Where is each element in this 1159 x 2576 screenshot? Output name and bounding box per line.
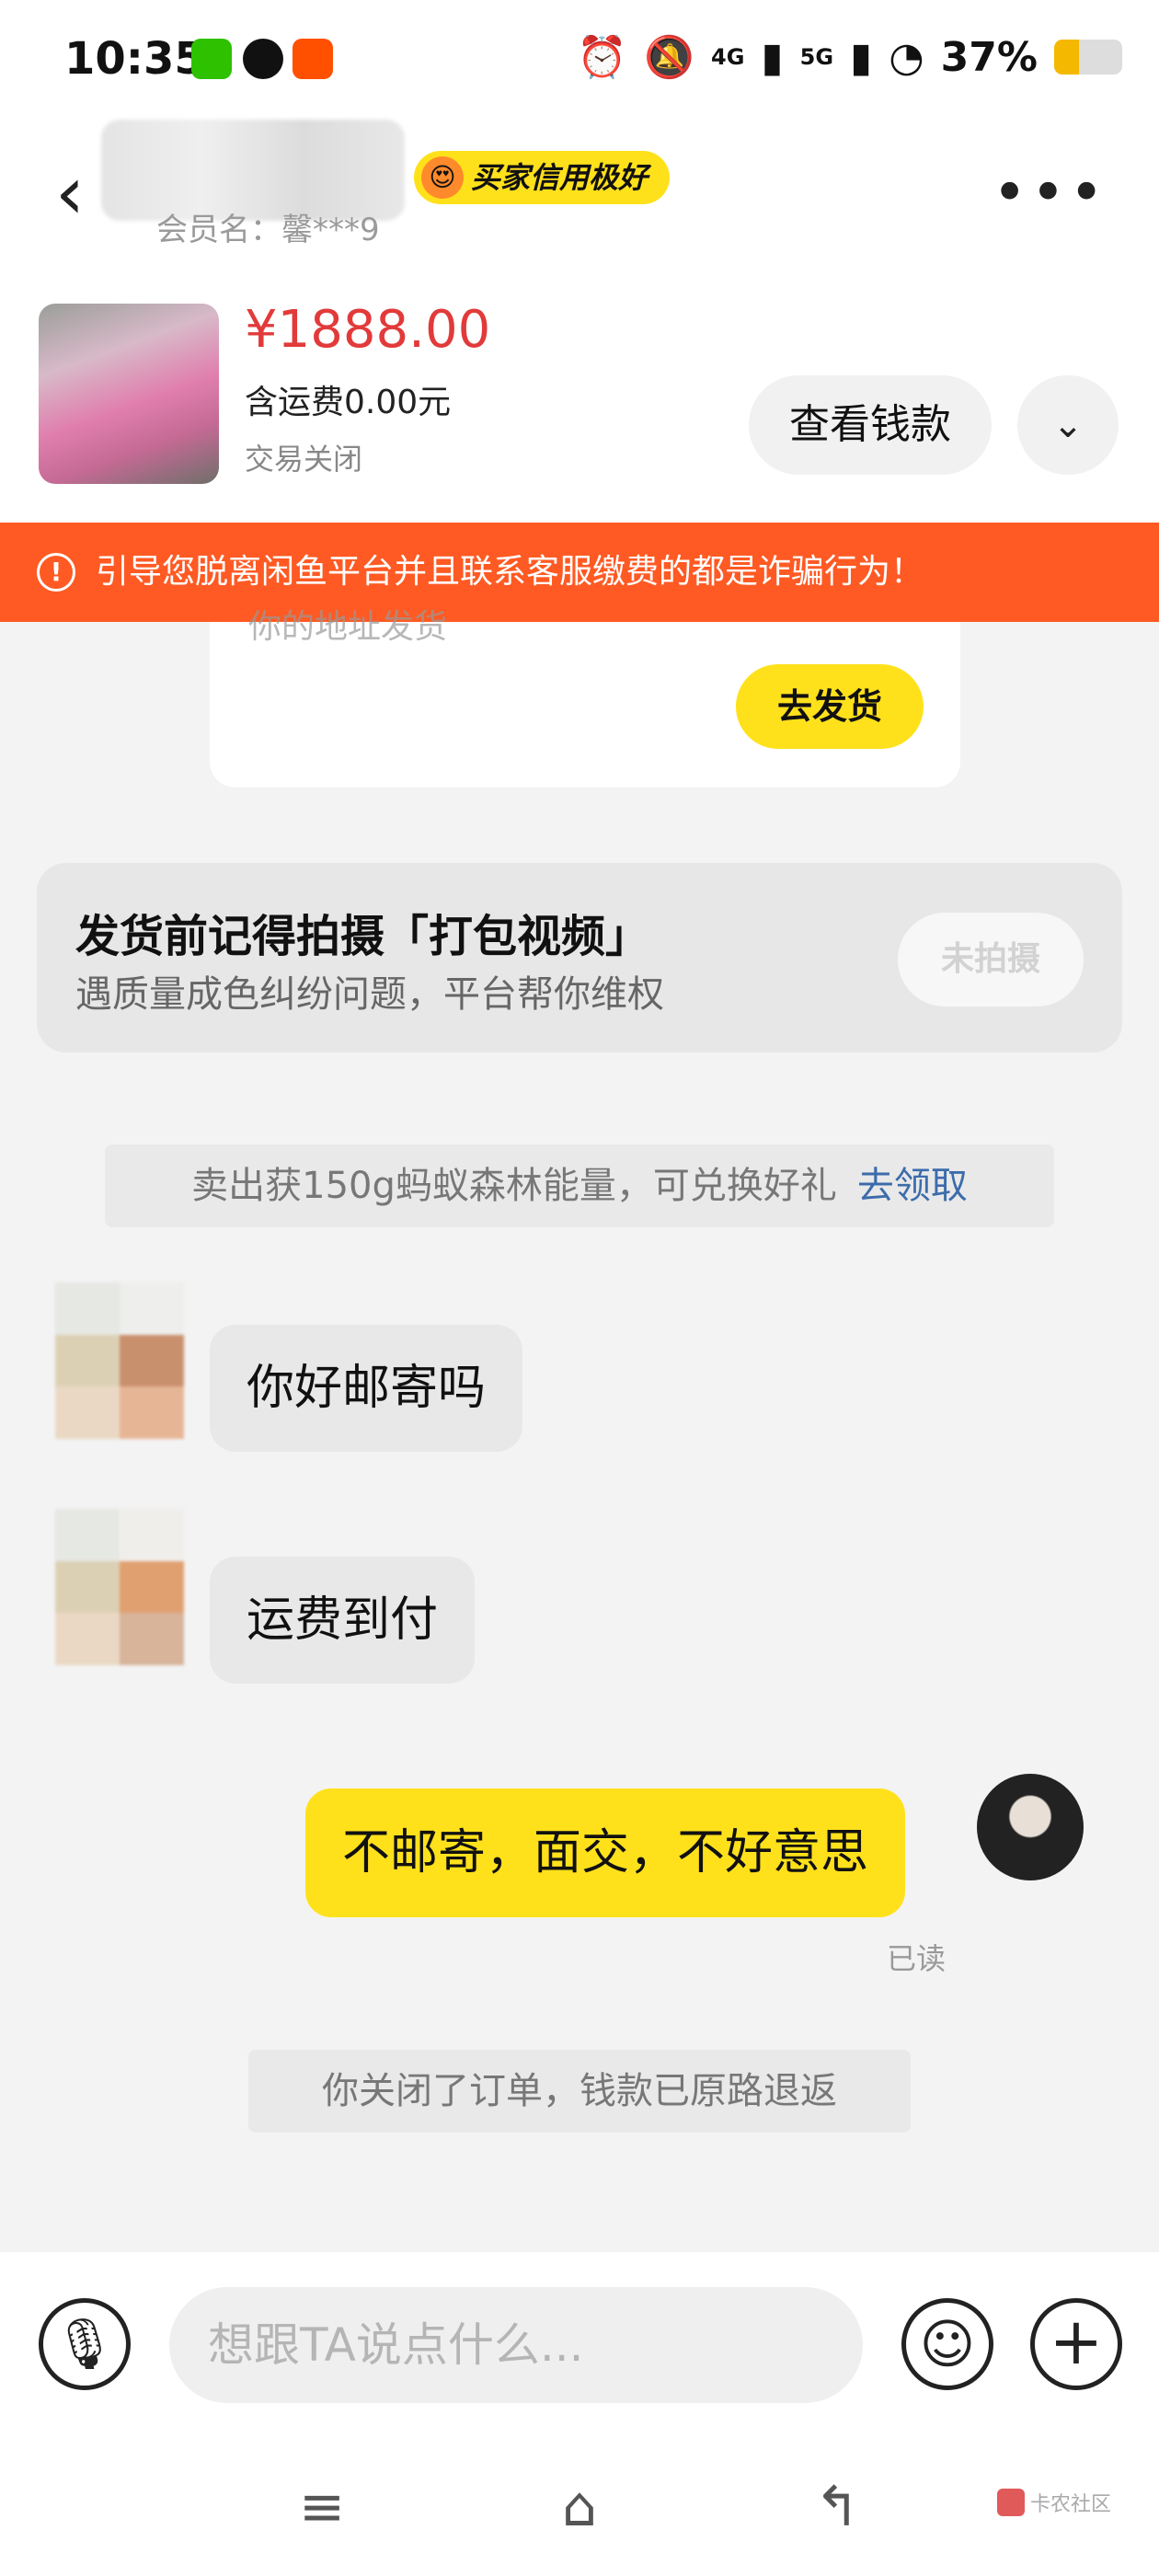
reward-claim-link[interactable]: 去领取 bbox=[857, 1165, 968, 1207]
more-button[interactable]: ••• bbox=[993, 164, 1107, 223]
product-thumbnail[interactable] bbox=[39, 304, 219, 484]
expand-button[interactable]: ⌄ bbox=[1017, 375, 1119, 475]
signal-4g-label: 4G bbox=[711, 44, 745, 70]
order-closed-notice: 你关闭了订单，钱款已原路退返 bbox=[248, 2050, 911, 2133]
qq-icon bbox=[243, 39, 283, 79]
watermark-logo bbox=[997, 2489, 1025, 2516]
back-nav-button[interactable]: ↰ bbox=[800, 2475, 874, 2539]
reward-notice-text: 卖出获150g蚂蚁森林能量，可兑换好礼 bbox=[191, 1165, 837, 1207]
buyer-avatar[interactable] bbox=[55, 1509, 184, 1665]
status-time: 10:35 bbox=[64, 33, 205, 85]
watermark: 卡农社区 bbox=[997, 2488, 1111, 2517]
voice-button[interactable]: 🎙 bbox=[39, 2298, 131, 2390]
home-icon: ⌂ bbox=[561, 2475, 598, 2539]
packing-video-title: 发货前记得拍摄「打包视频」 bbox=[75, 911, 650, 962]
credit-badge-label: 买家信用极好 bbox=[471, 160, 648, 195]
message-input[interactable] bbox=[169, 2287, 863, 2403]
message-bubble[interactable]: 运费到付 bbox=[210, 1557, 476, 1684]
order-status: 交易关闭 bbox=[245, 442, 363, 477]
chevron-down-icon: ⌄ bbox=[1052, 404, 1084, 446]
recent-apps-button[interactable]: ≡ bbox=[285, 2475, 359, 2539]
signal-icon: ▮ bbox=[761, 33, 784, 81]
fraud-warning-banner: ! 引导您脱离闲鱼平台并且联系客服缴费的都是诈骗行为！ bbox=[0, 523, 1159, 622]
more-actions-button[interactable]: + bbox=[1030, 2298, 1122, 2390]
signal-icon-2: ▮ bbox=[850, 33, 873, 81]
shipping-fee: 含运费0.00元 bbox=[245, 384, 452, 421]
watermark-text: 卡农社区 bbox=[1030, 2493, 1112, 2516]
reward-notice: 卖出获150g蚂蚁森林能量，可兑换好礼 去领取 bbox=[105, 1144, 1054, 1227]
smiley-icon: ☺ bbox=[919, 2313, 976, 2375]
wechat-icon bbox=[191, 39, 232, 79]
status-right: ⏰ 🔕 4G ▮ 5G ▮ ◔ 37% bbox=[577, 33, 1122, 81]
warning-icon: ! bbox=[37, 553, 75, 592]
back-arrow-icon: ↰ bbox=[813, 2475, 861, 2539]
battery-icon bbox=[1054, 40, 1122, 75]
fraud-warning-text: 引导您脱离闲鱼平台并且联系客服缴费的都是诈骗行为！ bbox=[96, 553, 924, 591]
heart-eyes-icon: 😍 bbox=[421, 156, 464, 199]
ship-card-text: 你的地址发货 bbox=[248, 608, 448, 646]
my-message-bubble[interactable]: 不邮寄，面交，不好意思 bbox=[305, 1788, 906, 1917]
microphone-icon: 🎙 bbox=[52, 2315, 117, 2373]
plus-icon: + bbox=[1049, 2304, 1104, 2379]
mute-icon: 🔕 bbox=[644, 34, 695, 81]
menu-icon: ≡ bbox=[298, 2475, 346, 2539]
emoji-button[interactable]: ☺ bbox=[901, 2298, 993, 2390]
my-avatar[interactable] bbox=[977, 1774, 1084, 1880]
not-filmed-button[interactable]: 未拍摄 bbox=[898, 913, 1084, 1006]
credit-badge: 😍 买家信用极好 bbox=[414, 151, 671, 204]
wifi-icon: ◔ bbox=[889, 33, 924, 81]
go-ship-button[interactable]: 去发货 bbox=[736, 664, 924, 749]
home-button[interactable]: ⌂ bbox=[543, 2475, 616, 2539]
battery-percent: 37% bbox=[940, 33, 1038, 81]
read-status: 已读 bbox=[887, 1941, 947, 1976]
product-price: ¥1888.00 bbox=[245, 300, 491, 360]
taobao-icon bbox=[293, 39, 333, 79]
battery-fill bbox=[1054, 40, 1080, 75]
buyer-avatar[interactable] bbox=[55, 1282, 184, 1439]
alarm-icon: ⏰ bbox=[577, 34, 628, 81]
view-money-button[interactable]: 查看钱款 bbox=[749, 375, 992, 475]
member-name: 会员名：馨***9 bbox=[156, 212, 380, 248]
signal-5g-label: 5G bbox=[799, 44, 834, 70]
packing-video-subtitle: 遇质量成色纠纷问题，平台帮你维权 bbox=[75, 973, 664, 1016]
message-bubble[interactable]: 你好邮寄吗 bbox=[210, 1325, 523, 1452]
